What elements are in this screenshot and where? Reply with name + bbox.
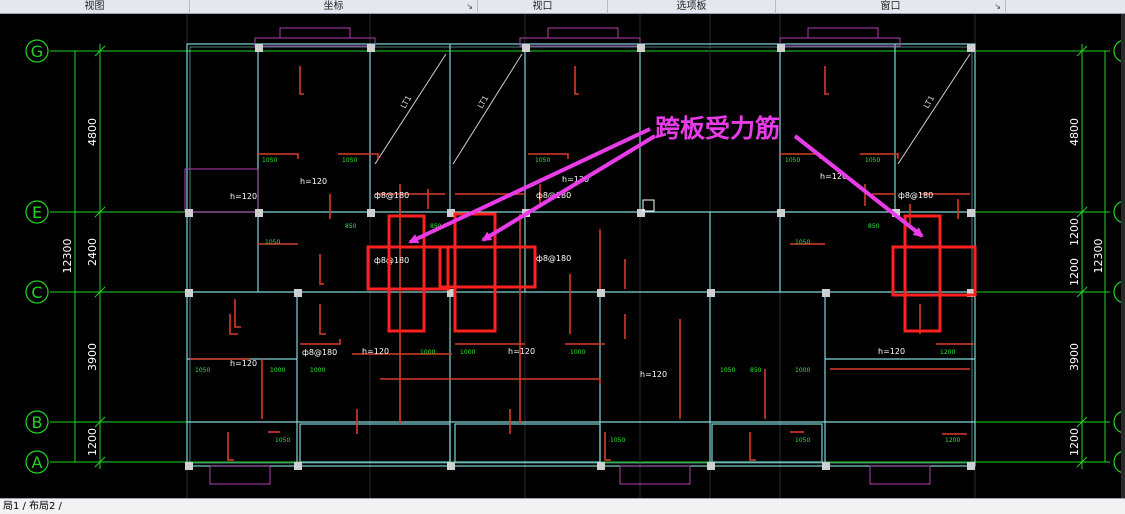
ribbon-tab-window[interactable]: 窗口 ↘ [776,0,1006,14]
building-walls [186,43,976,467]
dim-1200-left: 1200 [86,428,99,456]
columns [185,44,975,470]
length-label: 1000 [795,367,810,374]
grid-label-b: B [32,413,43,432]
stair-labels: LT1 LT1 LT1 [399,94,936,110]
ribbon-panel-bar: 视图 坐标 ↘ 视口 选项板 窗口 ↘ [0,0,1125,14]
slab-thickness-label: h=120 [640,370,667,379]
dim-4800-right: 4800 [1068,118,1081,146]
length-label: 1050 [265,239,280,246]
length-label: 1050 [262,157,277,164]
ribbon-tab-view[interactable]: 视图 [0,0,190,14]
cad-drawing-canvas[interactable]: G E C B A 4800 2400 3900 1200 12300 4800… [0,14,1125,498]
slab-thickness-label: h=120 [230,359,257,368]
vertical-scrollbar[interactable] [1121,14,1125,498]
length-label: 850 [750,367,762,374]
dimension-texts-left: 4800 2400 3900 1200 12300 [61,118,99,456]
length-label: 1000 [310,367,325,374]
length-label: 1050 [720,367,735,374]
vertical-grid-lines [186,14,976,498]
rebar-spec-label: ф8@180 [536,254,571,263]
dim-1200-right-2: 1200 [1068,258,1081,286]
dim-total-left: 12300 [61,239,74,274]
slab-thickness-label: h=120 [878,347,905,356]
rebar-spec-label: ф8@180 [374,191,409,200]
length-label: 1050 [195,367,210,374]
grid-label-a: A [32,453,43,472]
ribbon-tab-label: 选项板 [676,1,707,12]
dim-4800-left: 4800 [86,118,99,146]
length-label: 1000 [270,367,285,374]
dim-1200-right-1: 1200 [1068,218,1081,246]
slab-thickness-label: h=120 [300,177,327,186]
length-label: 1050 [795,437,810,444]
annotation-arrows [408,127,924,244]
annotation-arrow [408,127,651,244]
highlight-boxes [366,212,977,333]
length-label: 850 [345,223,357,230]
annotation-label: 跨板受力筋 [655,114,780,143]
ribbon-tab-label: 视图 [84,1,105,12]
rebar-spec-label: ф8@180 [374,256,409,265]
ribbon-tab-coordinates[interactable]: 坐标 ↘ [190,0,478,14]
rebar-lines [190,66,974,461]
slab-thickness-label: h=120 [362,347,389,356]
length-label: 1200 [945,437,960,444]
length-label: 1050 [610,437,625,444]
length-labels: 1050 1050 1050 1050 1050 1000 1000 1000 … [195,157,960,444]
rebar-spec-label: ф8@180 [898,191,933,200]
slab-thickness-label: h=120 [508,347,535,356]
layout-tab-1[interactable]: 局1 / [0,500,29,513]
ribbon-tab-label: 坐标 [323,1,344,12]
dim-2400-left: 2400 [86,238,99,266]
length-label: 1000 [460,349,475,356]
ribbon-tab-palettes[interactable]: 选项板 [608,0,776,14]
grid-bubble-labels: G E C B A [31,42,43,472]
length-label: 1050 [795,239,810,246]
dim-3900-left: 3900 [86,343,99,371]
grid-label-c: C [31,283,42,302]
dim-3900-right: 3900 [1068,343,1081,371]
stair-lines [374,53,971,165]
length-label: 1000 [570,349,585,356]
length-label: 1050 [865,157,880,164]
length-label: 1200 [940,349,955,356]
length-label: 1050 [535,157,550,164]
ribbon-tab-label: 视口 [532,1,553,12]
annotation-arrow [793,134,924,238]
length-label: 850 [868,223,880,230]
panel-launcher-icon[interactable]: ↘ [466,0,473,14]
grid-bubbles-left [25,39,49,474]
ribbon-tab-viewport[interactable]: 视口 [478,0,608,14]
grid-lines [50,44,1110,469]
lt-label: LT1 [922,94,936,110]
dim-1200-right-3: 1200 [1068,428,1081,456]
slab-thickness-label: h=120 [230,192,257,201]
annotation-arrow [481,134,657,242]
length-label: 1050 [785,157,800,164]
grid-label-e: E [32,203,42,222]
layout-tab-2[interactable]: 布局2 / [26,500,65,513]
grid-label-g: G [31,42,43,61]
layout-tab-bar: 局1 / 布局2 / [0,498,1125,514]
ribbon-tab-label: 窗口 [880,1,901,12]
rebar-spec-label: ф8@180 [302,348,337,357]
length-label: 1050 [275,437,290,444]
dim-total-right: 12300 [1092,239,1105,274]
dimension-ticks [74,45,1106,468]
length-label: 1000 [420,349,435,356]
panel-launcher-icon[interactable]: ↘ [994,0,1001,14]
length-label: 1050 [342,157,357,164]
